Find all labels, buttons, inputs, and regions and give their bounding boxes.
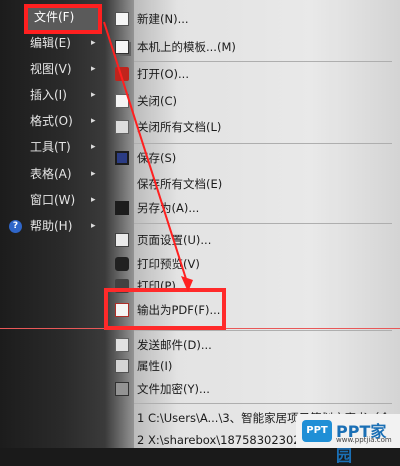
site-logo: PPT — [302, 420, 332, 442]
watermark-url: www.pptjia.com — [336, 436, 392, 444]
arrow-head — [181, 276, 193, 292]
site-watermark: PPT PPT家园 www.pptjia.com — [296, 414, 400, 465]
annotation-arrow — [103, 21, 193, 292]
arrow-line — [103, 21, 188, 283]
